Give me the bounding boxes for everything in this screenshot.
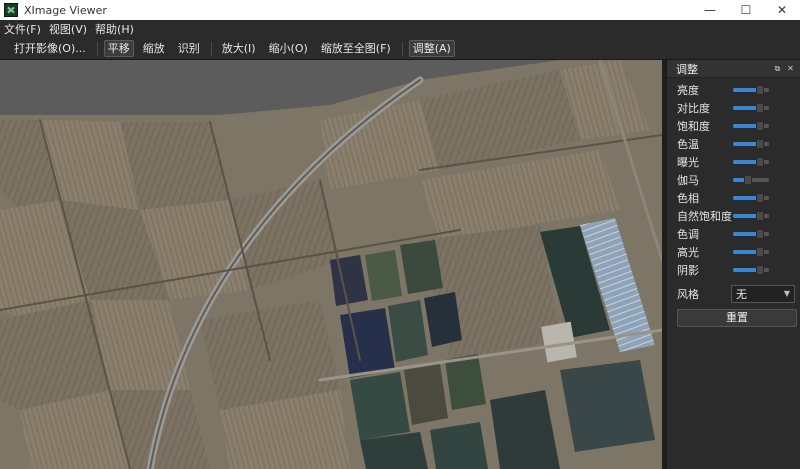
slider-row: 阴影 [667, 261, 800, 279]
app-icon [4, 3, 18, 17]
zoom-out-button[interactable]: 缩小(O) [265, 40, 312, 57]
slider-track[interactable] [733, 247, 769, 257]
slider-handle[interactable] [755, 265, 764, 275]
slider-handle[interactable] [755, 103, 764, 113]
dock-title: 调整 [676, 62, 698, 76]
menu-file[interactable]: 文件(F) [4, 21, 41, 37]
slider-label: 色相 [677, 192, 699, 205]
slider-track[interactable] [733, 229, 769, 239]
slider-track[interactable] [733, 211, 769, 221]
aerial-image [0, 60, 662, 469]
slider-track[interactable] [733, 157, 769, 167]
image-canvas[interactable] [0, 60, 662, 469]
slider-handle[interactable] [755, 193, 764, 203]
toolbar: 打开影像(O)... 平移 缩放 识别 放大(I) 缩小(O) 缩放至全图(F)… [0, 38, 800, 60]
adjust-panel-button[interactable]: 调整(A) [408, 40, 455, 57]
slider-row: 色调 [667, 225, 800, 243]
toolbar-separator [96, 41, 98, 56]
chevron-down-icon: ▼ [783, 289, 790, 298]
slider-label: 饱和度 [677, 120, 710, 133]
slider-label: 高光 [677, 246, 699, 259]
slider-row: 亮度 [667, 81, 800, 99]
slider-label: 对比度 [677, 102, 710, 115]
slider-label: 亮度 [677, 84, 699, 97]
slider-label: 阴影 [677, 264, 699, 277]
slider-track[interactable] [733, 85, 769, 95]
pan-tool-button[interactable]: 平移 [103, 40, 134, 57]
slider-track[interactable] [733, 121, 769, 131]
slider-track[interactable] [733, 193, 769, 203]
slider-track[interactable] [733, 103, 769, 113]
slider-row: 饱和度 [667, 117, 800, 135]
menu-help[interactable]: 帮助(H) [95, 21, 134, 37]
slider-track[interactable] [733, 265, 769, 275]
zoom-full-extent-button[interactable]: 缩放至全图(F) [317, 40, 395, 57]
toolbar-separator [210, 41, 212, 56]
slider-list: 亮度对比度饱和度色温曝光伽马色相自然饱和度色调高光阴影 [667, 78, 800, 279]
float-icon[interactable]: ⧉ [772, 62, 783, 75]
slider-handle[interactable] [743, 175, 752, 185]
slider-row: 对比度 [667, 99, 800, 117]
dock-header-icons: ⧉ ✕ [770, 62, 796, 75]
slider-handle[interactable] [755, 211, 764, 221]
window-title: XImage Viewer [24, 3, 107, 17]
style-row: 风格 无 ▼ [667, 283, 800, 305]
title-bar: XImage Viewer — ☐ ✕ [0, 0, 800, 20]
dock-header: 调整 ⧉ ✕ [667, 60, 800, 78]
slider-label: 色调 [677, 228, 699, 241]
close-icon[interactable]: ✕ [785, 62, 796, 75]
slider-label: 伽马 [677, 174, 699, 187]
slider-label: 自然饱和度 [677, 210, 732, 223]
slider-track[interactable] [733, 175, 769, 185]
maximize-button[interactable]: ☐ [728, 0, 764, 20]
style-label: 风格 [677, 288, 699, 301]
zoom-tool-button[interactable]: 缩放 [139, 40, 169, 57]
slider-handle[interactable] [755, 139, 764, 149]
close-button[interactable]: ✕ [764, 0, 800, 20]
minimize-button[interactable]: — [692, 0, 728, 20]
slider-row: 高光 [667, 243, 800, 261]
slider-handle[interactable] [755, 121, 764, 131]
slider-row: 曝光 [667, 153, 800, 171]
slider-row: 色温 [667, 135, 800, 153]
slider-row: 伽马 [667, 171, 800, 189]
slider-track[interactable] [733, 139, 769, 149]
window-controls: — ☐ ✕ [692, 0, 800, 20]
slider-handle[interactable] [755, 229, 764, 239]
adjust-dock-panel: 调整 ⧉ ✕ 亮度对比度饱和度色温曝光伽马色相自然饱和度色调高光阴影 风格 无 … [666, 60, 800, 469]
slider-label: 曝光 [677, 156, 699, 169]
reset-button[interactable]: 重置 [677, 309, 797, 327]
slider-handle[interactable] [755, 247, 764, 257]
slider-handle[interactable] [755, 85, 764, 95]
menu-bar: 文件(F) 视图(V) 帮助(H) [0, 20, 800, 38]
slider-row: 色相 [667, 189, 800, 207]
style-select-value: 无 [736, 288, 747, 301]
slider-row: 自然饱和度 [667, 207, 800, 225]
toolbar-separator [401, 41, 403, 56]
identify-tool-button[interactable]: 识别 [174, 40, 204, 57]
style-select[interactable]: 无 ▼ [731, 285, 795, 303]
menu-view[interactable]: 视图(V) [49, 21, 87, 37]
slider-handle[interactable] [755, 157, 764, 167]
open-image-button[interactable]: 打开影像(O)... [10, 40, 90, 57]
slider-label: 色温 [677, 138, 699, 151]
zoom-in-button[interactable]: 放大(I) [218, 40, 260, 57]
